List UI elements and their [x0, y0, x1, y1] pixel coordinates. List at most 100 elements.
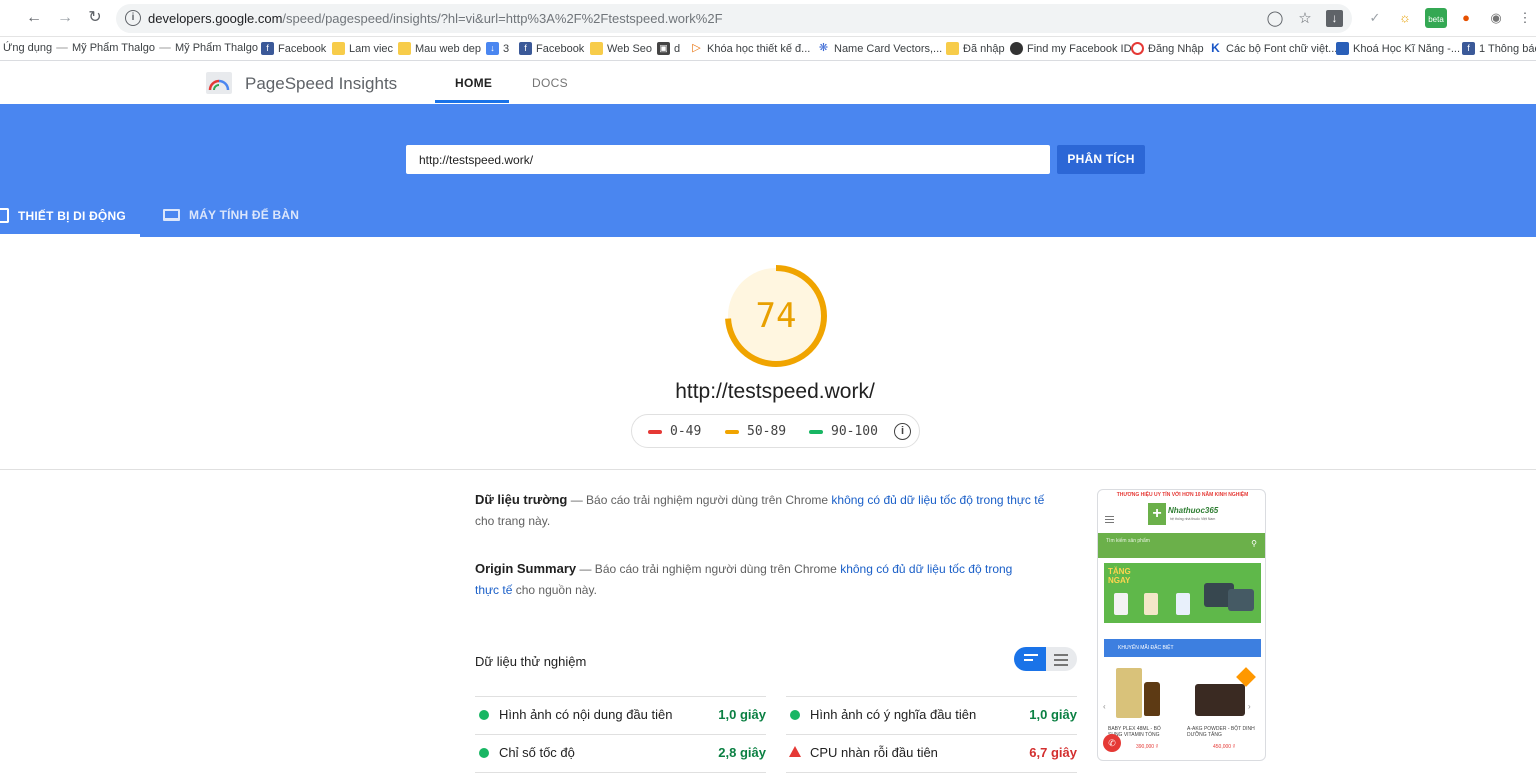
folder-icon — [332, 42, 345, 55]
metric-value: 6,7 giây — [1029, 745, 1077, 760]
carousel-prev-icon: ‹ — [1103, 702, 1106, 711]
bookmark-item[interactable]: Find my Facebook ID — [1010, 42, 1132, 55]
legend-item-good: 90-100 — [809, 424, 878, 439]
bookmark-folder[interactable]: Đã nhập — [946, 42, 1005, 55]
analyze-button[interactable]: PHÂN TÍCH — [1057, 145, 1145, 174]
origin-summary-desc: — Báo cáo trải nghiệm người dùng trên Ch… — [576, 562, 841, 576]
bag-icon — [1228, 589, 1254, 611]
metric-speed-index: Chỉ số tốc độ 2,8 giây — [475, 743, 766, 763]
status-good-icon — [790, 710, 800, 720]
preview-logo-text: Nhathuoc365 — [1168, 506, 1219, 515]
bookmark-item[interactable]: ▷ Khóa học thiết kế đ... — [690, 42, 810, 55]
metric-divider — [786, 696, 1077, 697]
beta-extension-icon[interactable]: beta — [1425, 8, 1447, 28]
image-icon: ▣ — [657, 42, 670, 55]
bookmark-item[interactable]: ↓ 3 — [486, 42, 509, 55]
metric-value: 2,8 giây — [718, 745, 766, 760]
download-site-icon: ↓ — [486, 42, 499, 55]
preview-product-price: 450,000 ₫ — [1213, 744, 1236, 750]
product-box-icon — [1116, 668, 1142, 718]
cookie-extension-icon[interactable]: ● — [1457, 9, 1475, 27]
checkmark-extension-icon[interactable]: ✓ — [1366, 9, 1384, 27]
field-data-tail: cho trang này. — [475, 514, 551, 528]
bookmark-folder[interactable]: Lam viec — [332, 42, 393, 55]
bookmark-item[interactable]: ❋ Name Card Vectors,... — [817, 42, 942, 55]
tab-home[interactable]: HOME — [455, 76, 492, 90]
download-icon[interactable]: ↓ — [1326, 10, 1343, 27]
bookmark-item[interactable]: Khoá Học Kĩ Năng -... — [1336, 42, 1460, 55]
origin-summary-tail: cho nguồn này. — [512, 583, 597, 597]
field-data-link[interactable]: không có đủ dữ liệu tốc độ trong thực tế — [831, 493, 1044, 507]
status-good-icon — [479, 748, 489, 758]
sun-extension-icon[interactable]: ☼ — [1396, 9, 1414, 27]
bookmark-item[interactable]: f Facebook — [261, 42, 326, 55]
preview-logo-sub: hệ thống nhà thuốc Việt Nam — [1170, 517, 1216, 521]
k-logo-icon: K — [1209, 42, 1222, 55]
metric-divider — [786, 772, 1077, 773]
psi-header: PageSpeed Insights HOME DOCS — [0, 62, 1536, 104]
legend-item-poor: 0-49 — [648, 424, 701, 439]
folder-icon — [946, 42, 959, 55]
tab-mobile[interactable]: THIẾT BỊ DI ĐỘNG — [0, 208, 126, 223]
preview-product-price: 390,000 ₫ — [1136, 744, 1159, 750]
facebook-icon: f — [261, 42, 274, 55]
address-bar[interactable]: i developers.google.com/speed/pagespeed/… — [116, 4, 1352, 33]
field-data-section: Dữ liệu trường — Báo cáo trải nghiệm ngư… — [475, 489, 1045, 532]
preview-banner-text: TẶNG NGAY — [1108, 567, 1131, 585]
reload-icon[interactable]: ↻ — [85, 8, 105, 28]
phone-call-icon: ✆ — [1103, 734, 1121, 752]
preview-top-banner: THƯƠNG HIỆU UY TÍN VỚI HƠN 10 NĂM KINH N… — [1116, 492, 1249, 498]
address-bar-url[interactable]: developers.google.com/speed/pagespeed/in… — [148, 11, 723, 26]
legend-label: 90-100 — [831, 424, 878, 439]
back-arrow-icon[interactable]: ← — [24, 8, 44, 28]
status-good-icon — [479, 710, 489, 720]
metric-label: Hình ảnh có ý nghĩa đầu tiên — [810, 707, 977, 722]
compact-view-button[interactable] — [1014, 647, 1048, 671]
bookmark-item[interactable]: K Các bộ Font chữ việt... — [1209, 42, 1337, 55]
legend-item-average: 50-89 — [725, 424, 786, 439]
tab-mobile-label: THIẾT BỊ DI ĐỘNG — [18, 208, 126, 223]
tab-desktop[interactable]: MÁY TÍNH ĐỂ BÀN — [163, 208, 299, 222]
metric-fmp: Hình ảnh có ý nghĩa đầu tiên 1,0 giây — [786, 705, 1077, 725]
shield-icon[interactable]: ◯ — [1266, 10, 1284, 28]
browser-toolbar: ← → ↻ i developers.google.com/speed/page… — [0, 0, 1536, 37]
legend-label: 50-89 — [747, 424, 787, 439]
url-input[interactable] — [406, 145, 1050, 174]
globe-extension-icon[interactable]: ◉ — [1487, 9, 1505, 27]
bookmark-apps[interactable]: Ứng dụng — [3, 42, 52, 54]
bookmark-item[interactable]: Mỹ Phẩm Thalgo — [159, 42, 258, 54]
legend-swatch — [725, 429, 739, 434]
hamburger-icon — [1105, 516, 1114, 523]
site-info-icon[interactable]: i — [125, 10, 141, 26]
bookmark-item[interactable]: Mỹ Phẩm Thalgo — [56, 42, 155, 54]
tested-url: http://testspeed.work/ — [675, 380, 875, 403]
cross-logo-icon: + — [1148, 503, 1166, 525]
metric-divider — [475, 696, 766, 697]
bookmark-item[interactable]: f1 Thông bác — [1462, 42, 1536, 55]
preview-search-bar: Tìm kiếm sản phẩm ⚲ — [1098, 533, 1265, 558]
lab-data-heading: Dữ liệu thử nghiệm — [475, 654, 587, 669]
metric-first-cpu-idle: CPU nhàn rỗi đầu tiên 6,7 giây — [786, 743, 1077, 763]
tab-docs[interactable]: DOCS — [532, 76, 568, 90]
page-icon — [159, 47, 171, 49]
bookmark-folder[interactable]: Mau web dep — [398, 42, 481, 55]
facebook-icon: f — [1462, 42, 1475, 55]
bookmark-item[interactable]: Đăng Nhập — [1131, 42, 1204, 55]
view-toggle[interactable] — [1014, 647, 1077, 671]
forward-arrow-icon[interactable]: → — [55, 8, 75, 28]
info-icon[interactable]: i — [894, 423, 911, 440]
bookmark-folder[interactable]: Web Seo — [590, 42, 652, 55]
legend-swatch — [809, 429, 823, 434]
pagespeed-logo-icon — [206, 72, 232, 94]
metric-divider — [786, 734, 1077, 735]
app-title: PageSpeed Insights — [245, 74, 398, 93]
bookmark-item[interactable]: ▣ d — [657, 42, 680, 55]
menu-dots-icon[interactable]: ⋮ — [1516, 9, 1534, 27]
star-icon[interactable]: ☆ — [1296, 10, 1314, 28]
expanded-view-button[interactable] — [1046, 647, 1077, 671]
bookmark-item[interactable]: f Facebook — [519, 42, 584, 55]
preview-product-name: A-AKG POWDER - BỘT DINH DƯỠNG TĂNG — [1187, 726, 1255, 738]
facebook-icon: f — [519, 42, 532, 55]
metric-divider — [475, 772, 766, 773]
search-hero: PHÂN TÍCH THIẾT BỊ DI ĐỘNG MÁY TÍNH ĐỂ B… — [0, 104, 1536, 237]
